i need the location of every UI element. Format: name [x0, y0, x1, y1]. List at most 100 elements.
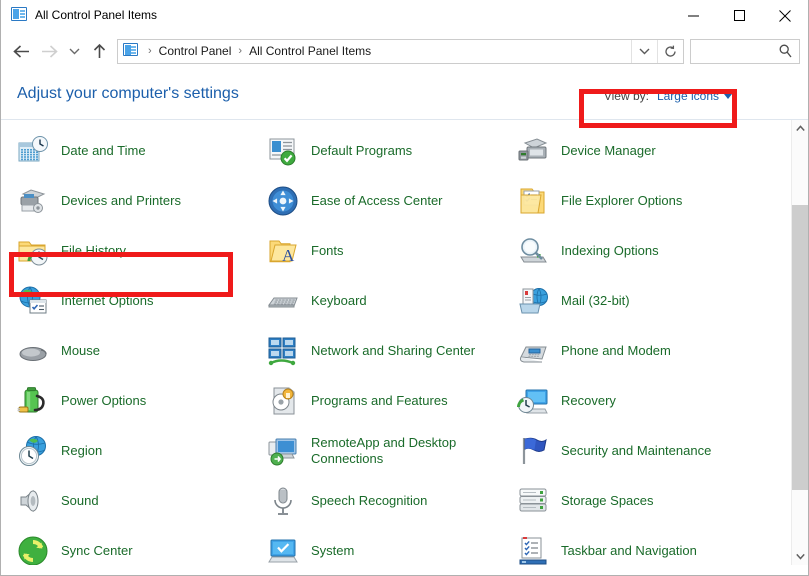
control-panel-item-label: File Explorer Options [561, 193, 682, 209]
vertical-scrollbar[interactable] [791, 120, 808, 565]
control-panel-item-label: Phone and Modem [561, 343, 671, 359]
control-panel-item-label: System [311, 543, 354, 559]
control-panel-item-label: Indexing Options [561, 243, 659, 259]
search-box[interactable] [690, 39, 800, 64]
recovery-icon [517, 385, 549, 417]
control-panel-item[interactable]: Recovery [501, 376, 789, 426]
control-panel-item[interactable]: Taskbar and Navigation [501, 526, 789, 565]
fonts-icon: A [267, 235, 299, 267]
date-and-time-icon [17, 135, 49, 167]
breadcrumb-separator: › [143, 45, 157, 57]
window-title: All Control Panel Items [35, 8, 157, 22]
view-by-label: View by: [604, 89, 649, 103]
control-panel-item-label: Ease of Access Center [311, 193, 443, 209]
control-panel-item-grid: Date and Time Default Programs Device Ma… [1, 120, 789, 565]
breadcrumb-item-all-control-panel-items[interactable]: All Control Panel Items [247, 44, 373, 58]
view-by-control[interactable]: View by: Large icons [604, 89, 732, 103]
control-panel-item[interactable]: Internet Options [1, 276, 251, 326]
control-panel-item-label: Recovery [561, 393, 616, 409]
control-panel-item-label: Security and Maintenance [561, 443, 711, 459]
minimize-button[interactable] [670, 0, 716, 31]
control-panel-item[interactable]: Sync Center [1, 526, 251, 565]
breadcrumb-item-control-panel[interactable]: Control Panel [157, 44, 234, 58]
network-sharing-icon [267, 335, 299, 367]
control-panel-item[interactable]: Device Manager [501, 126, 789, 176]
sound-icon [17, 485, 49, 517]
control-panel-item[interactable]: RemoteApp and Desktop Connections [251, 426, 501, 476]
file-explorer-options-icon [517, 185, 549, 217]
region-icon [17, 435, 49, 467]
control-panel-item-label: Sound [61, 493, 99, 509]
control-panel-item[interactable]: File History [1, 226, 251, 276]
control-panel-item-label: Date and Time [61, 143, 146, 159]
chevron-down-icon[interactable] [631, 40, 657, 63]
control-panel-item-label: Mail (32-bit) [561, 293, 630, 309]
control-panel-item[interactable]: Programs and Features [251, 376, 501, 426]
refresh-icon[interactable] [657, 40, 683, 63]
sync-center-icon [17, 535, 49, 565]
control-panel-item[interactable]: Indexing Options [501, 226, 789, 276]
back-button[interactable] [7, 36, 35, 66]
device-manager-icon [517, 135, 549, 167]
control-panel-item[interactable]: Security and Maintenance [501, 426, 789, 476]
security-and-maintenance-icon [517, 435, 549, 467]
control-panel-item-label: Taskbar and Navigation [561, 543, 697, 559]
control-panel-item[interactable]: Phone and Modem [501, 326, 789, 376]
control-panel-item[interactable]: Date and Time [1, 126, 251, 176]
control-panel-item-label: Device Manager [561, 143, 656, 159]
control-panel-item[interactable]: Ease of Access Center [251, 176, 501, 226]
items-area: Date and Time Default Programs Device Ma… [1, 120, 808, 565]
control-panel-item[interactable]: File Explorer Options [501, 176, 789, 226]
taskbar-and-navigation-icon [517, 535, 549, 565]
control-panel-item[interactable]: System [251, 526, 501, 565]
control-panel-item[interactable]: Network and Sharing Center [251, 326, 501, 376]
recent-locations-button[interactable] [63, 36, 85, 66]
ease-of-access-icon [267, 185, 299, 217]
control-panel-item[interactable]: Keyboard [251, 276, 501, 326]
control-panel-icon [11, 7, 27, 23]
view-by-value: Large icons [657, 89, 719, 103]
mail-icon [517, 285, 549, 317]
control-panel-item[interactable]: Default Programs [251, 126, 501, 176]
programs-and-features-icon [267, 385, 299, 417]
internet-options-icon [17, 285, 49, 317]
maximize-button[interactable] [716, 0, 762, 31]
view-by-dropdown[interactable]: Large icons [657, 89, 732, 103]
control-panel-item-label: Storage Spaces [561, 493, 654, 509]
storage-spaces-icon [517, 485, 549, 517]
control-panel-item[interactable]: Sound [1, 476, 251, 526]
svg-text:A: A [282, 246, 295, 265]
control-panel-item[interactable]: Region [1, 426, 251, 476]
page-title: Adjust your computer's settings [17, 85, 239, 103]
close-button[interactable] [762, 0, 808, 31]
forward-button[interactable] [35, 36, 63, 66]
scroll-down-button[interactable] [792, 548, 808, 565]
control-panel-item[interactable]: Mouse [1, 326, 251, 376]
breadcrumb[interactable]: › Control Panel › All Control Panel Item… [117, 39, 684, 64]
speech-recognition-icon [267, 485, 299, 517]
search-icon [779, 44, 792, 63]
control-panel-item[interactable]: A Fonts [251, 226, 501, 276]
devices-and-printers-icon [17, 185, 49, 217]
control-panel-item-label: File History [61, 243, 126, 259]
scrollbar-thumb[interactable] [792, 205, 808, 490]
control-panel-item-label: Mouse [61, 343, 100, 359]
indexing-options-icon [517, 235, 549, 267]
breadcrumb-separator: › [233, 45, 247, 57]
breadcrumb-control-panel-icon [123, 43, 139, 59]
scroll-up-button[interactable] [792, 120, 808, 137]
control-panel-item[interactable]: Storage Spaces [501, 476, 789, 526]
control-panel-item-label: Devices and Printers [61, 193, 181, 209]
control-panel-item[interactable]: Mail (32-bit) [501, 276, 789, 326]
control-panel-item-label: Fonts [311, 243, 344, 259]
control-panel-item-label: Region [61, 443, 102, 459]
control-panel-window: All Control Panel Items [0, 0, 809, 576]
address-toolbar: › Control Panel › All Control Panel Item… [1, 31, 808, 71]
control-panel-item[interactable]: Power Options [1, 376, 251, 426]
search-input[interactable] [697, 44, 777, 58]
up-button[interactable] [85, 36, 113, 66]
control-panel-item[interactable]: Devices and Printers [1, 176, 251, 226]
control-panel-item-label: Programs and Features [311, 393, 448, 409]
phone-and-modem-icon [517, 335, 549, 367]
control-panel-item[interactable]: Speech Recognition [251, 476, 501, 526]
